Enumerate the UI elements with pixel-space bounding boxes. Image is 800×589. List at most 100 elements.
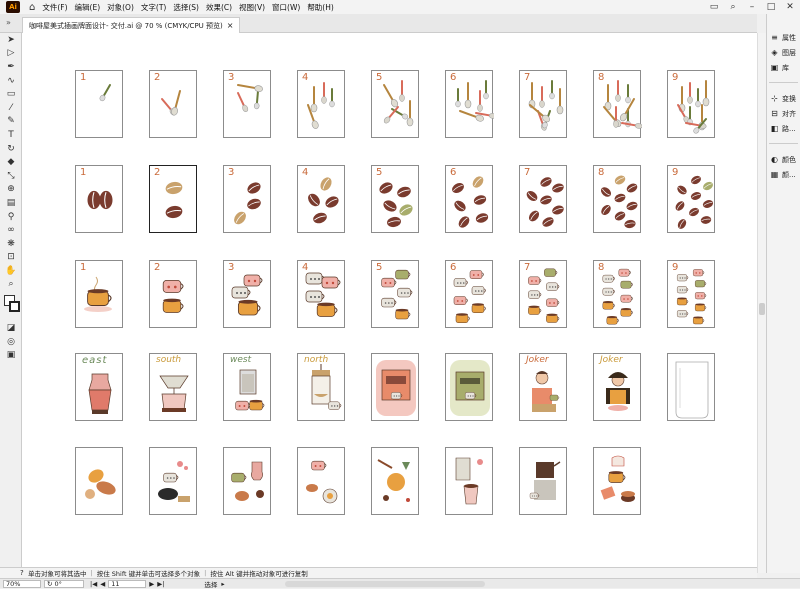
artboard-scene-flowers[interactable] — [149, 447, 197, 515]
artboard-cup-6[interactable]: 6 — [445, 260, 493, 328]
artboard-bean-2[interactable]: 2 — [149, 165, 197, 233]
draw-mode-icon[interactable]: ◎ — [0, 335, 22, 349]
artboard-cup-8[interactable]: 8 — [593, 260, 641, 328]
workspace-icon[interactable]: ▭ — [708, 2, 720, 12]
artboard-scene-coffee-bag[interactable] — [445, 447, 493, 515]
symbol-sprayer-tool-icon[interactable]: ❋ — [0, 237, 22, 251]
stroke-swatch[interactable] — [9, 301, 20, 313]
artboard-navigator[interactable]: 11 — [108, 579, 147, 588]
eyedropper-tool-icon[interactable]: ⚲ — [0, 210, 22, 224]
zoom-tool-icon[interactable]: ⌕ — [0, 278, 22, 292]
menu-type[interactable]: 文字(T) — [141, 2, 166, 13]
gradient-tool-icon[interactable]: ▤ — [0, 196, 22, 210]
shape-builder-tool-icon[interactable]: ⊕ — [0, 183, 22, 197]
artboard-cup-1[interactable]: 1 — [75, 260, 123, 328]
scale-tool-icon[interactable]: ⤡ — [0, 169, 22, 183]
artboard-glass[interactable] — [667, 353, 715, 421]
artboard-spoon-9[interactable]: 9 — [667, 70, 715, 138]
menu-window[interactable]: 窗口(W) — [272, 2, 300, 13]
artboard-bean-5[interactable]: 5 — [371, 165, 419, 233]
artboard-espresso-machine-green[interactable] — [445, 353, 493, 421]
rotate-view-field[interactable]: ↻ 0° — [44, 579, 84, 588]
artboard-bean-6[interactable]: 6 — [445, 165, 493, 233]
panel-libraries[interactable]: ▣ 库 — [767, 60, 800, 75]
artboard-cup-4[interactable]: 4 — [297, 260, 345, 328]
panel-properties[interactable]: ≡ 属性 — [767, 30, 800, 45]
last-artboard-icon[interactable]: ▶| — [157, 580, 164, 588]
menu-effect[interactable]: 效果(C) — [206, 2, 232, 13]
menu-object[interactable]: 对象(O) — [107, 2, 134, 13]
artboard-bean-3[interactable]: 3 — [223, 165, 271, 233]
artboard-joker-2[interactable]: Joker — [593, 353, 641, 421]
artboard-cup-5[interactable]: 5 — [371, 260, 419, 328]
first-artboard-icon[interactable]: |◀ — [90, 580, 97, 588]
artboard-east[interactable]: east — [75, 353, 123, 421]
artboard-scene-latte[interactable] — [593, 447, 641, 515]
artboard-scene-cinnamon[interactable] — [371, 447, 419, 515]
artboard-scene-kettle[interactable] — [519, 447, 567, 515]
minimize-icon[interactable]: – — [746, 2, 758, 12]
blend-tool-icon[interactable]: ∞ — [0, 223, 22, 237]
menu-select[interactable]: 选择(S) — [173, 2, 199, 13]
close-icon[interactable]: ✕ — [784, 2, 796, 12]
brush-tool-icon[interactable]: ⁄ — [0, 101, 22, 115]
panel-transform[interactable]: ⊹ 变换 — [767, 91, 800, 106]
home-icon[interactable]: ⌂ — [29, 2, 35, 13]
artboard-joker-1[interactable]: Joker — [519, 353, 567, 421]
vertical-scrollbar[interactable] — [757, 33, 766, 573]
artboard-spoon-4[interactable]: 4 — [297, 70, 345, 138]
artboard-spoon-1[interactable]: 1 — [75, 70, 123, 138]
artboard-tool-icon[interactable]: ⊡ — [0, 251, 22, 265]
scroll-thumb[interactable] — [759, 303, 765, 315]
collapse-icon[interactable]: » — [6, 18, 11, 27]
artboard-scene-pastries[interactable] — [75, 447, 123, 515]
artboard-west[interactable]: west — [223, 353, 271, 421]
document-tab[interactable]: 咖啡屋美式插画牌面设计- 交付.ai @ 70 % (CMYK/CPU 预览) … — [22, 17, 241, 33]
menu-file[interactable]: 文件(F) — [42, 2, 67, 13]
next-artboard-icon[interactable]: ▶ — [149, 580, 154, 588]
screen-mode-icon[interactable]: ▣ — [0, 348, 22, 362]
panel-swatches[interactable]: ▦ 颜... — [767, 167, 800, 182]
menu-view[interactable]: 视图(V) — [239, 2, 265, 13]
artboard-spoon-8[interactable]: 8 — [593, 70, 642, 138]
prev-artboard-icon[interactable]: ◀ — [100, 580, 105, 588]
artboard-north[interactable]: north — [297, 353, 345, 421]
artboard-south[interactable]: south — [149, 353, 197, 421]
artboard-spoon-5[interactable]: 5 — [371, 70, 419, 138]
maximize-icon[interactable]: □ — [765, 2, 777, 12]
panel-align[interactable]: ⊟ 对齐 — [767, 106, 800, 121]
artboard-bean-4[interactable]: 4 — [297, 165, 345, 233]
artboard-spoon-6[interactable]: 6 — [445, 70, 494, 138]
artboard-bean-8[interactable]: 8 — [593, 165, 641, 233]
artboard-cup-3[interactable]: 3 — [223, 260, 271, 328]
color-swatches[interactable] — [0, 291, 21, 321]
artboard-spoon-3[interactable]: 3 — [223, 70, 271, 138]
artboard-bean-1[interactable]: 1 — [75, 165, 123, 233]
panel-color[interactable]: ◐ 颜色 — [767, 152, 800, 167]
panel-layers[interactable]: ◈ 图层 — [767, 45, 800, 60]
zoom-field[interactable]: 70% — [3, 579, 41, 588]
artboard-scene-teapot[interactable] — [223, 447, 271, 515]
selection-tool-icon[interactable]: ➤ — [0, 33, 22, 47]
pen-tool-icon[interactable]: ✒ — [0, 60, 22, 74]
menu-help[interactable]: 帮助(H) — [307, 2, 334, 13]
artboard-canvas[interactable]: 1 2 3 4 5 6 7 8 9 1 2 3 4 5 6 7 8 9 1 2 … — [22, 33, 757, 573]
artboard-spoon-7[interactable]: 7 — [519, 70, 567, 138]
tab-close-icon[interactable]: × — [227, 21, 234, 30]
artboard-scene-breakfast[interactable] — [297, 447, 345, 515]
rotate-tool-icon[interactable]: ↻ — [0, 142, 22, 156]
artboard-bean-9[interactable]: 9 — [667, 165, 715, 233]
direct-selection-tool-icon[interactable]: ▷ — [0, 47, 22, 61]
artboard-spoon-2[interactable]: 2 — [149, 70, 197, 138]
horizontal-scrollbar[interactable] — [284, 580, 485, 587]
curvature-tool-icon[interactable]: ∿ — [0, 74, 22, 88]
artboard-cup-2[interactable]: 2 — [149, 260, 197, 328]
search-icon[interactable]: ⌕ — [727, 2, 739, 12]
color-mode-icon[interactable]: ◪ — [0, 321, 22, 335]
panel-pathfinder[interactable]: ◧ 路... — [767, 121, 800, 136]
hand-tool-icon[interactable]: ✋ — [0, 264, 22, 278]
artboard-bean-7[interactable]: 7 — [519, 165, 567, 233]
artboard-cup-7[interactable]: 7 — [519, 260, 567, 328]
type-tool-icon[interactable]: T — [0, 128, 22, 142]
artboard-cup-9[interactable]: 9 — [667, 260, 715, 328]
